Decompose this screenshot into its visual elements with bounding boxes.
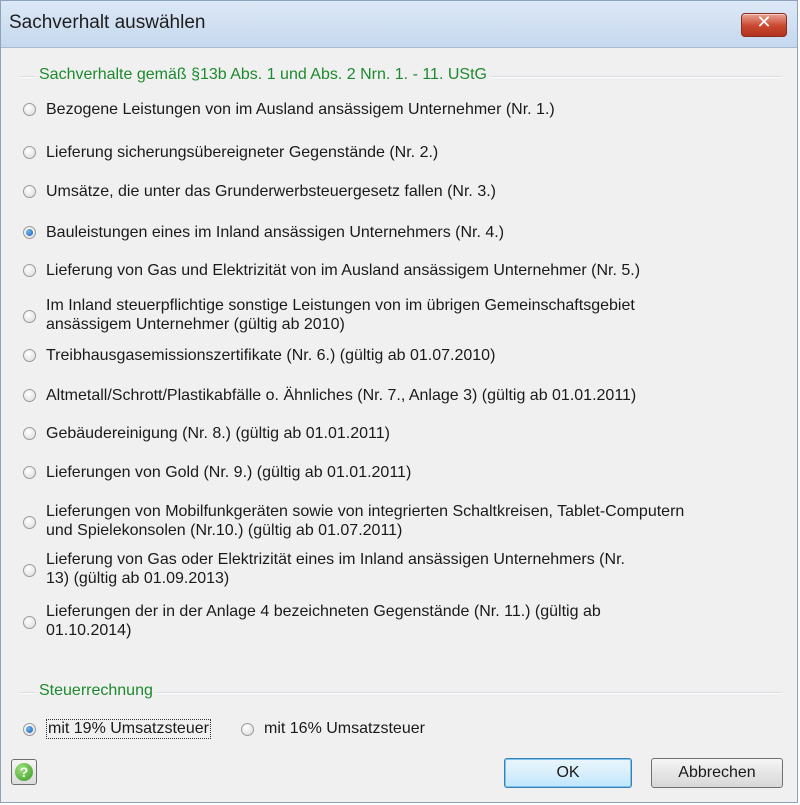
sachverhalt-option[interactable]: Lieferungen von Gold (Nr. 9.) (gültig ab… (23, 462, 783, 483)
help-icon: ? (15, 763, 33, 781)
radio-button[interactable] (23, 146, 36, 159)
sachverhalt-option[interactable]: Altmetall/Schrott/Plastikabfälle o. Ähnl… (23, 385, 783, 406)
radio-button[interactable] (23, 310, 36, 323)
option-label-line2: ansässigem Unternehmer (gültig ab 2010) (46, 316, 345, 333)
sachverhalt-option[interactable]: Gebäudereinigung (Nr. 8.) (gültig ab 01.… (23, 423, 783, 444)
close-button[interactable]: ✕ (741, 12, 787, 37)
sachverhalt-option[interactable]: Lieferung sicherungsübereigneter Gegenst… (23, 142, 783, 163)
option-label: Bezogene Leistungen von im Ausland ansäs… (46, 101, 555, 118)
option-label: Lieferung sicherungsübereigneter Gegenst… (46, 144, 439, 161)
option-label-line2: 13) (gültig ab 01.09.2013) (46, 570, 230, 587)
radio-19-percent[interactable]: mit 19% Umsatzsteuer (23, 719, 243, 741)
radio-button[interactable] (23, 389, 36, 402)
title-bar: Sachverhalt auswählen ✕ (1, 1, 797, 48)
sachverhalt-option[interactable]: Lieferungen von Mobilfunkgeräten sowie v… (23, 501, 783, 543)
sachverhalt-option[interactable]: Bezogene Leistungen von im Ausland ansäs… (23, 99, 783, 120)
option-label: Altmetall/Schrott/Plastikabfälle o. Ähnl… (46, 387, 637, 404)
radio-button[interactable] (23, 185, 36, 198)
radio-button[interactable] (23, 616, 36, 629)
sachverhalt-option[interactable]: Umsätze, die unter das Grunderwerbsteuer… (23, 181, 783, 202)
radio-16-label: mit 16% Umsatzsteuer (264, 720, 425, 737)
ok-button[interactable]: OK (504, 758, 632, 788)
option-label: Lieferung von Gas oder Elektrizität eine… (46, 551, 625, 568)
radio-button[interactable] (241, 723, 254, 736)
option-label: Lieferungen von Gold (Nr. 9.) (gültig ab… (46, 464, 412, 481)
radio-button-checked[interactable] (23, 723, 36, 736)
option-label: Gebäudereinigung (Nr. 8.) (gültig ab 01.… (46, 425, 390, 442)
option-label: Lieferungen der in der Anlage 4 bezeichn… (46, 603, 601, 620)
dialog-window: Sachverhalt auswählen ✕ Sachverhalte gem… (0, 0, 798, 803)
group-title-sachverhalte: Sachverhalte gemäß §13b Abs. 1 und Abs. … (35, 66, 491, 84)
option-label: Im Inland steuerpflichtige sonstige Leis… (46, 297, 635, 314)
window-title: Sachverhalt auswählen (9, 12, 206, 33)
radio-button[interactable] (23, 349, 36, 362)
radio-button[interactable] (23, 466, 36, 479)
option-label-line2: und Spielekonsolen (Nr.10.) (gültig ab 0… (46, 522, 403, 539)
help-button[interactable]: ? (11, 759, 37, 785)
radio-button[interactable] (23, 103, 36, 116)
option-label: Umsätze, die unter das Grunderwerbsteuer… (46, 183, 496, 200)
sachverhalt-option[interactable]: Lieferung von Gas oder Elektrizität eine… (23, 549, 783, 591)
radio-button[interactable] (23, 564, 36, 577)
radio-button-checked[interactable] (23, 226, 36, 239)
radio-button[interactable] (23, 427, 36, 440)
option-label: Treibhausgasemissionszertifikate (Nr. 6.… (46, 347, 496, 364)
sachverhalt-option[interactable]: Lieferung von Gas und Elektrizität von i… (23, 260, 783, 281)
sachverhalt-option[interactable]: Im Inland steuerpflichtige sonstige Leis… (23, 295, 783, 337)
radio-19-label: mit 19% Umsatzsteuer (46, 719, 211, 739)
option-label-line2: 01.10.2014) (46, 622, 132, 639)
option-label: Lieferung von Gas und Elektrizität von i… (46, 262, 641, 279)
option-label: Bauleistungen eines im Inland ansässigen… (46, 224, 505, 241)
close-icon: ✕ (756, 12, 772, 33)
radio-16-percent[interactable]: mit 16% Umsatzsteuer (241, 719, 461, 741)
sachverhalt-option[interactable]: Bauleistungen eines im Inland ansässigen… (23, 222, 783, 243)
group-title-steuerrechnung: Steuerrechnung (35, 682, 157, 700)
radio-button[interactable] (23, 516, 36, 529)
sachverhalt-option[interactable]: Lieferungen der in der Anlage 4 bezeichn… (23, 601, 783, 643)
option-label: Lieferungen von Mobilfunkgeräten sowie v… (46, 503, 685, 520)
cancel-button[interactable]: Abbrechen (651, 758, 783, 788)
sachverhalt-option[interactable]: Treibhausgasemissionszertifikate (Nr. 6.… (23, 345, 783, 366)
radio-button[interactable] (23, 264, 36, 277)
